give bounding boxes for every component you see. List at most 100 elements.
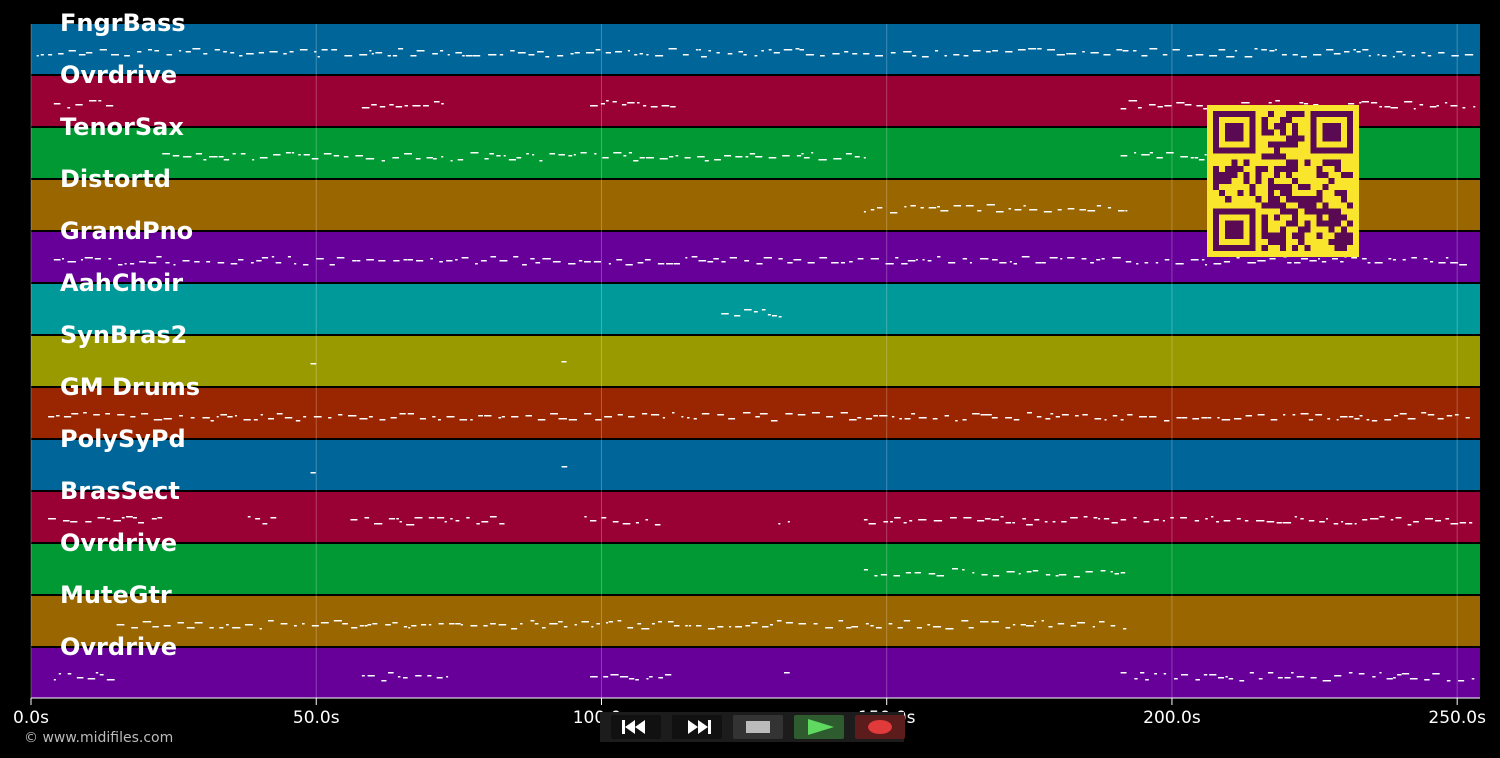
note — [995, 211, 1004, 213]
note — [124, 263, 127, 265]
note — [481, 521, 489, 523]
note — [667, 621, 674, 623]
note — [980, 414, 985, 416]
note — [1209, 674, 1217, 676]
note — [756, 263, 763, 265]
note — [945, 628, 954, 630]
note — [1085, 571, 1093, 573]
note — [1163, 673, 1167, 675]
note — [1045, 418, 1051, 420]
note — [1022, 518, 1026, 520]
note — [219, 627, 224, 629]
note — [447, 54, 450, 56]
note — [70, 521, 78, 523]
note — [1073, 576, 1080, 578]
note — [416, 260, 424, 262]
note — [1023, 205, 1026, 207]
note — [289, 51, 294, 53]
note — [875, 55, 883, 57]
note — [600, 103, 605, 105]
note — [125, 516, 133, 518]
note — [441, 103, 444, 105]
note — [446, 416, 455, 418]
note — [1318, 258, 1321, 260]
note — [1013, 263, 1018, 265]
note — [962, 569, 965, 571]
note — [130, 416, 136, 418]
note — [991, 621, 999, 623]
note — [833, 158, 842, 160]
note — [1140, 672, 1145, 674]
note — [793, 259, 802, 261]
note — [320, 622, 329, 624]
note — [977, 520, 985, 522]
axis-tick-label: 200.0s — [1143, 708, 1201, 728]
fast-forward-button[interactable] — [672, 715, 722, 739]
note — [1277, 677, 1283, 679]
note — [141, 413, 149, 415]
note — [148, 49, 153, 51]
note — [179, 415, 183, 417]
note — [1122, 50, 1129, 52]
note — [361, 107, 370, 109]
note — [1292, 54, 1298, 56]
fast-forward-icon — [688, 720, 711, 734]
note — [406, 524, 415, 526]
note — [388, 672, 394, 674]
copyright-text: © www.midifiles.com — [24, 730, 174, 746]
note — [1090, 262, 1094, 264]
note — [972, 572, 975, 574]
note — [1308, 520, 1315, 522]
note — [796, 155, 802, 157]
note — [331, 49, 338, 51]
note — [371, 53, 374, 55]
note — [1315, 414, 1323, 416]
note — [1368, 55, 1371, 57]
note — [759, 413, 768, 415]
note — [396, 518, 399, 520]
rewind-button[interactable] — [611, 715, 661, 739]
note — [737, 156, 743, 158]
note — [268, 620, 274, 622]
note — [537, 419, 546, 421]
note — [93, 414, 100, 416]
record-button[interactable] — [855, 715, 905, 739]
stop-button[interactable] — [733, 715, 783, 739]
note — [510, 50, 515, 52]
note — [470, 419, 473, 421]
note — [404, 105, 408, 107]
note — [138, 522, 145, 524]
note — [1067, 208, 1075, 210]
note — [691, 256, 698, 258]
note — [668, 48, 677, 50]
note — [83, 412, 87, 414]
note — [701, 413, 710, 415]
note — [1101, 258, 1105, 260]
note — [131, 627, 138, 629]
note — [359, 418, 368, 420]
note — [129, 263, 135, 265]
note — [851, 626, 859, 628]
note — [1396, 51, 1403, 53]
note — [291, 152, 295, 154]
note — [350, 519, 358, 521]
play-button[interactable] — [794, 715, 844, 739]
note — [685, 625, 688, 627]
note — [852, 53, 858, 55]
note — [883, 521, 889, 523]
note — [68, 50, 76, 52]
note — [675, 155, 679, 157]
note — [1269, 50, 1275, 52]
note — [928, 573, 936, 575]
note — [606, 622, 609, 624]
note — [1411, 55, 1416, 57]
note — [801, 153, 804, 155]
note — [371, 104, 377, 106]
note — [639, 157, 645, 159]
note — [890, 52, 896, 54]
note — [785, 413, 793, 415]
note — [1244, 56, 1253, 58]
note — [1296, 676, 1305, 678]
note — [1326, 49, 1334, 51]
note — [849, 261, 853, 263]
